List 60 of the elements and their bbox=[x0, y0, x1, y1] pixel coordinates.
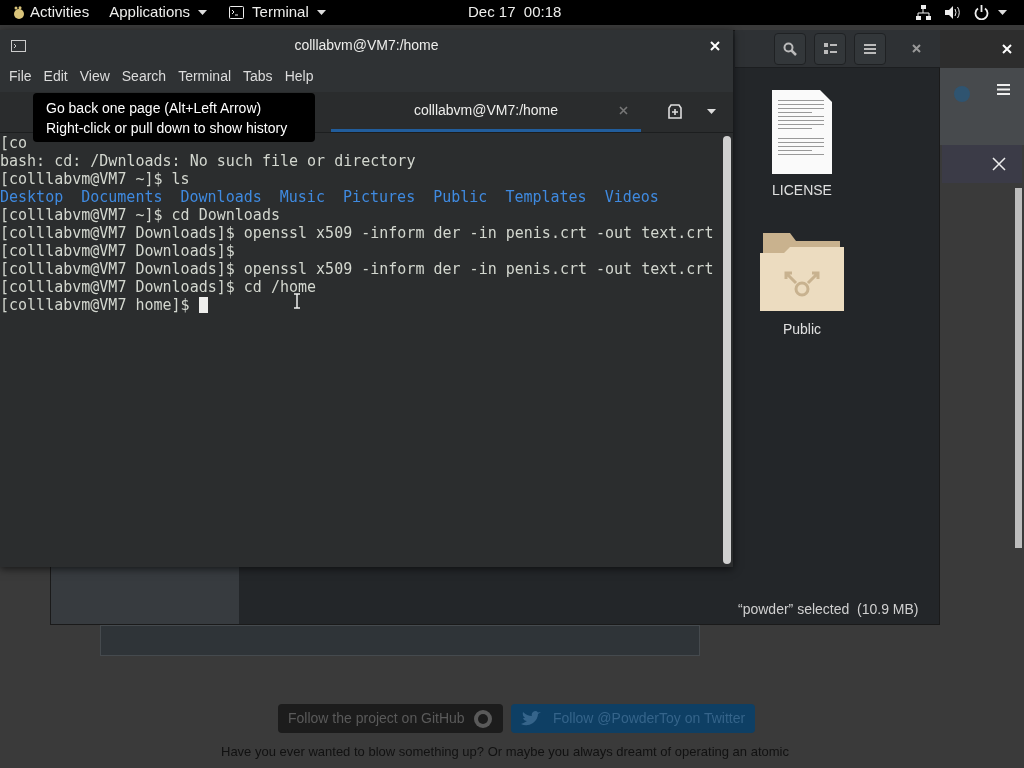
menu-item[interactable]: Edit bbox=[37, 66, 74, 87]
document-icon bbox=[772, 90, 832, 174]
directory-name: Pictures bbox=[342, 188, 416, 206]
logo-icon bbox=[954, 86, 970, 102]
terminal-line: [colllabvm@VM7 home]$ bbox=[0, 296, 191, 314]
tooltip-text: Right-click or pull down to show history bbox=[46, 118, 289, 138]
directory-name: Music bbox=[279, 188, 325, 206]
terminal-icon bbox=[11, 39, 26, 52]
menu-item[interactable]: File bbox=[3, 66, 38, 87]
menu-item[interactable]: Help bbox=[278, 66, 320, 87]
text-cursor bbox=[198, 297, 208, 313]
terminal-line: [colllabvm@VM7 Downloads]$ bbox=[0, 242, 235, 260]
terminal-line: [co bbox=[0, 134, 28, 152]
menu-item[interactable]: Terminal bbox=[172, 66, 238, 87]
menu-icon[interactable] bbox=[997, 84, 1010, 95]
power-icon bbox=[974, 5, 989, 20]
list-view-icon bbox=[823, 43, 837, 54]
window-title: colllabvm@VM7:/home bbox=[294, 36, 439, 55]
github-icon bbox=[472, 708, 493, 729]
bird-icon bbox=[521, 710, 541, 727]
terminal-line: [colllabvm@VM7 Downloads]$ cd /home bbox=[0, 278, 317, 296]
terminal-line: bash: cd: /Dwnloads: No such file or directory bbox=[0, 152, 416, 170]
clock[interactable]: Dec 17 00:18 bbox=[468, 1, 562, 24]
caret-icon bbox=[707, 109, 716, 114]
caret-icon bbox=[198, 10, 208, 15]
terminal-icon bbox=[229, 6, 245, 19]
filename-label[interactable]: LICENSE bbox=[772, 180, 832, 201]
caret-icon bbox=[998, 10, 1007, 15]
status-text: “powder” selected (10.9 MB) bbox=[738, 600, 919, 619]
search-icon bbox=[783, 41, 797, 56]
terminal-line: [colllabvm@VM7 ~]$ ls bbox=[0, 170, 190, 188]
menu-icon bbox=[864, 43, 876, 54]
tooltip-text: Go back one page (Alt+Left Arrow) bbox=[46, 98, 263, 118]
terminal-line: [colllabvm@VM7 Downloads]$ openssl x509 -inform der -in penis.crt -out text.crt bbox=[0, 224, 714, 242]
activities-button[interactable]: Activities bbox=[0, 0, 102, 25]
terminal-line: [colllabvm@VM7 ~]$ cd Downloads bbox=[0, 206, 280, 224]
filename-label[interactable]: Public bbox=[782, 319, 822, 340]
applications-menu[interactable]: Applications bbox=[109, 0, 208, 25]
i-beam-cursor-icon bbox=[293, 293, 301, 309]
terminal-line: [colllabvm@VM7 Downloads]$ openssl x509 -inform der -in penis.crt -out text.crt bbox=[0, 260, 714, 278]
directory-name: Desktop bbox=[0, 188, 64, 206]
menu-item[interactable]: Tabs bbox=[237, 66, 279, 87]
menu-button[interactable] bbox=[854, 32, 886, 65]
directory-name: Documents bbox=[81, 188, 163, 206]
app-menu[interactable]: Terminal bbox=[229, 0, 326, 25]
volume-icon bbox=[945, 5, 962, 20]
network-icon bbox=[916, 5, 931, 20]
directory-name: Downloads bbox=[180, 188, 262, 206]
directory-name: Templates bbox=[505, 188, 587, 206]
folder-icon bbox=[760, 231, 844, 313]
gnome-foot-icon bbox=[12, 5, 26, 20]
search-button[interactable] bbox=[774, 32, 806, 65]
tab[interactable]: colllabvm@VM7:/home bbox=[331, 92, 641, 132]
directory-name: Public bbox=[433, 188, 488, 206]
menu-item[interactable]: View bbox=[73, 66, 116, 87]
menu-item[interactable]: Search bbox=[115, 66, 173, 87]
caret-icon bbox=[316, 10, 326, 15]
directory-name: Videos bbox=[604, 188, 659, 206]
view-toggle-button[interactable] bbox=[814, 32, 846, 65]
new-tab-icon[interactable] bbox=[667, 104, 683, 119]
